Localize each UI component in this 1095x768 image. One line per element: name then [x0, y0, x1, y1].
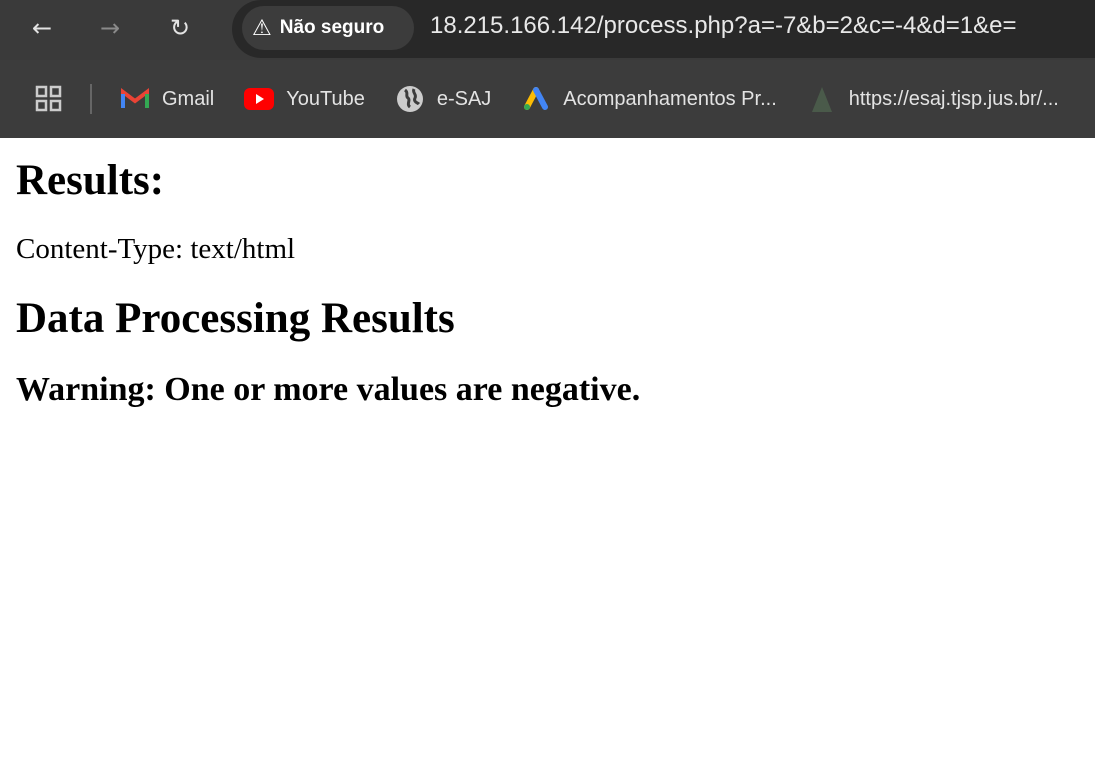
security-label: Não seguro [279, 17, 385, 38]
bookmark-esaj-url[interactable]: https://esaj.tjsp.jus.br/... [807, 84, 1059, 114]
security-badge[interactable]: ⚠ Não seguro [242, 6, 414, 50]
bookmark-label: e-SAJ [436, 87, 492, 110]
bookmark-acompanhamentos[interactable]: Acompanhamentos Pr... [521, 84, 777, 114]
divider [90, 84, 92, 114]
apps-grid-icon[interactable] [34, 84, 64, 114]
bookmark-gmail[interactable]: Gmail [120, 84, 214, 114]
gmail-icon [120, 84, 150, 114]
youtube-icon [244, 84, 275, 114]
negative-values-warning: Warning: One or more values are negative… [16, 371, 641, 408]
esaj-icon [807, 84, 837, 114]
google-ads-icon [521, 84, 551, 114]
globe-icon [395, 84, 425, 114]
bookmark-label: Acompanhamentos Pr... [563, 87, 777, 110]
bookmark-youtube[interactable]: YouTube [244, 84, 365, 114]
bookmark-label: https://esaj.tjsp.jus.br/... [848, 87, 1059, 110]
forward-button[interactable]: → [92, 10, 128, 46]
url-text[interactable]: 18.215.166.142/process.php?a=-7&b=2&c=-4… [430, 12, 1016, 40]
reload-button[interactable]: ↻ [162, 10, 198, 46]
warning-icon: ⚠ [252, 15, 272, 40]
back-button[interactable]: ← [24, 10, 60, 46]
bookmark-esaj[interactable]: e-SAJ [395, 84, 491, 114]
bookmark-label: Gmail [162, 87, 215, 110]
bookmarks-bar: Gmail YouTube e-SAJ Acompanhamentos Pr..… [0, 60, 1095, 138]
data-processing-heading: Data Processing Results [16, 295, 455, 342]
content-type-text: Content-Type: text/html [16, 233, 296, 265]
results-title: Results: [16, 157, 165, 204]
bookmark-label: YouTube [286, 87, 365, 110]
browser-toolbar: ← → ↻ ⚠ Não seguro 18.215.166.142/proces… [0, 0, 1095, 60]
page-content: Results: Content-Type: text/html Data Pr… [0, 138, 1095, 425]
